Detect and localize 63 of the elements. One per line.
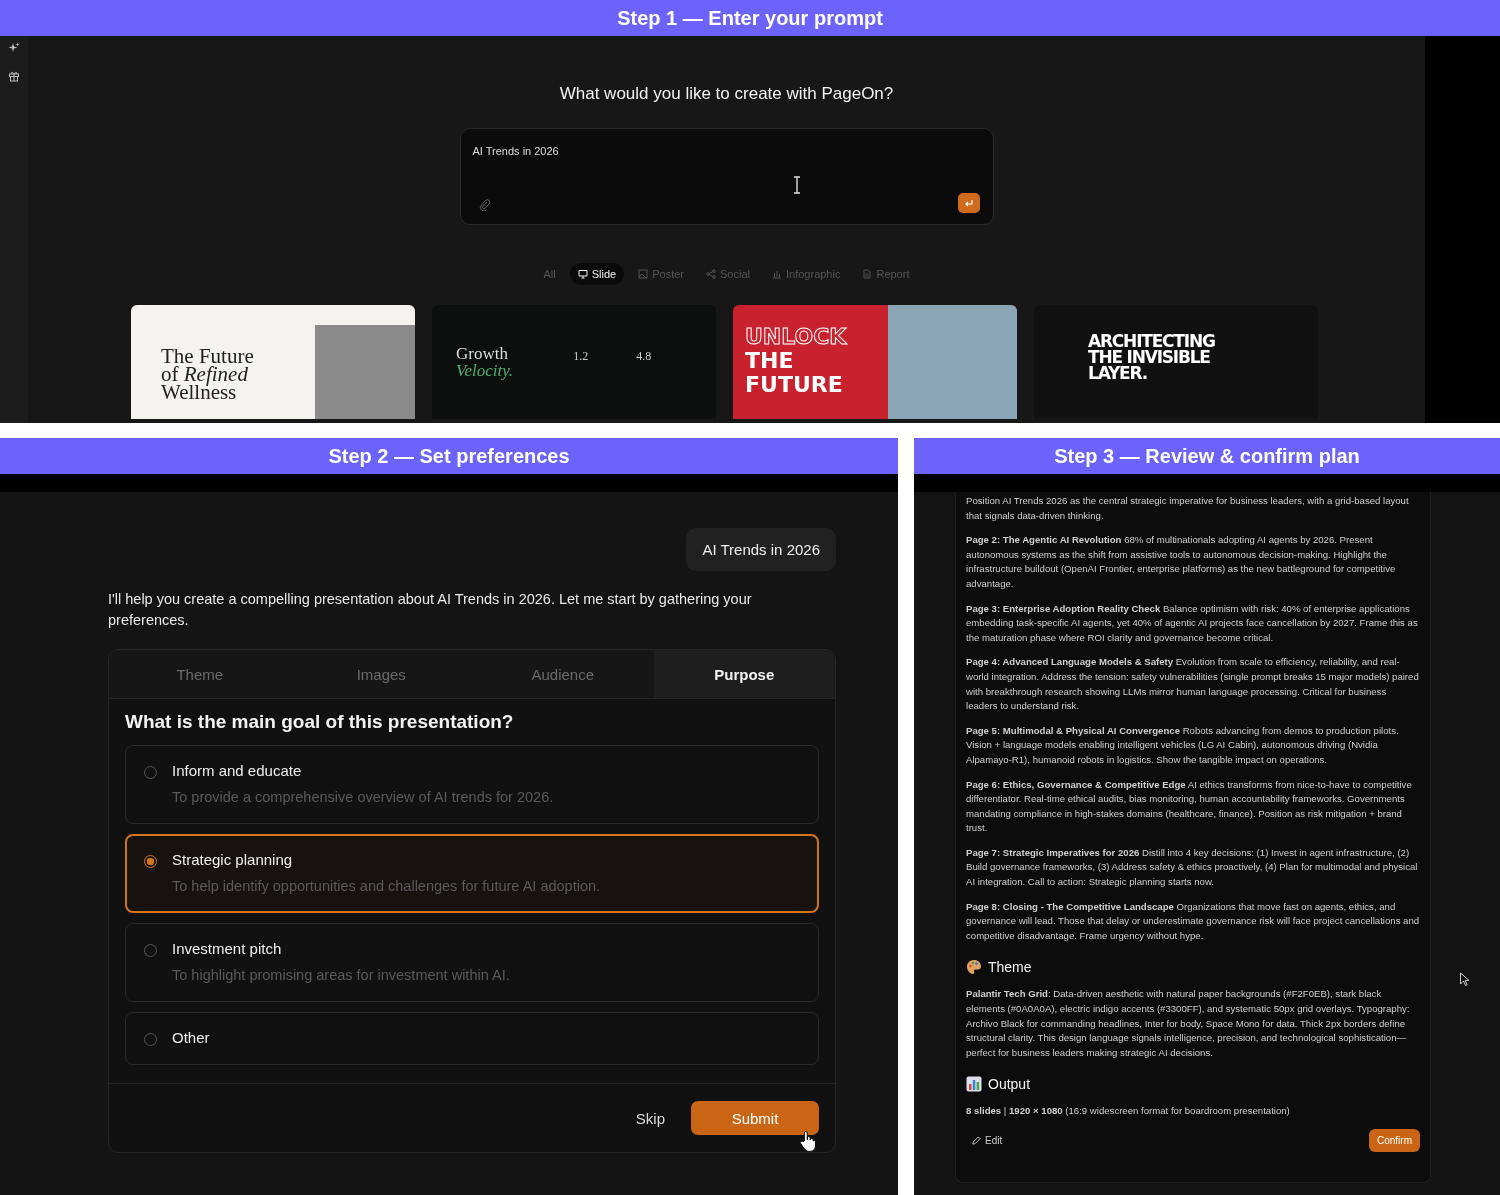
- tab[interactable]: Purpose: [653, 650, 835, 698]
- template-title: ARCHITECTING THE INVISIBLE LAYER.: [1088, 333, 1215, 385]
- skip-button[interactable]: Skip: [629, 1108, 671, 1128]
- template-card[interactable]: ARCHITECTING THE INVISIBLE LAYER.: [1034, 305, 1318, 419]
- option-card[interactable]: Other: [125, 1012, 819, 1065]
- pencil-icon: [972, 1136, 981, 1145]
- template-card[interactable]: UNLOCK THE FUTURE: [733, 305, 1017, 419]
- mouse-pointer-icon: [1459, 972, 1470, 987]
- stat-value: 1.2: [573, 349, 589, 363]
- plan-paragraph: Page 6: Ethics, Governance & Competitive Edge AI ethics transforms from nice-to-have to competitive differentiator. Real-time ethical audits, bias monitoring, human accountability frameworks. Governments mandating compliance in high-stakes domains (healthcare, finance). Position as risk mitigation + brand trust.: [966, 777, 1413, 836]
- template-title: UNLOCK THE FUTURE: [745, 325, 849, 397]
- plan-paragraph: Page 4: Advanced Language Models & Safety Evolution from scale to efficiency, reliability, and real-world integration. Address the tension: safety vulnerabilities (single prompt breaks 15 major models) paired with breakthrough research showing LLMs mirror human language processing. Critical for business leaders to understand risk.: [966, 655, 1420, 714]
- option-title: Strategic planning: [172, 851, 294, 868]
- edit-button[interactable]: Edit: [966, 1135, 1009, 1146]
- template-card[interactable]: The Future of Refined Wellness: [131, 305, 415, 419]
- plan-paragraph: Page 8: Closing - The Competitive Landscape Organizations that move fast on agents, ethics, and governance will lead. Those that delay or underestimate governance risk will face project cancellations and competitive disadvantage. Frame urgency without hype.: [966, 899, 1420, 943]
- option-description: To provide a comprehensive overview of AI trends for 2026.: [172, 789, 554, 805]
- theme-description: Palantir Tech Grid: Data-driven aesthetic with natural paper backgrounds (#F2F0EB), stark black elements (#0A0A0A), electric indigo accents (#3300FF), and systematic 50px grid overlays. Typography: Archivo Black for commanding headlines, Inter for body, Space Mono for data. Thick 2px borders define structural clarity. This design language signals intelligence, precision, and technological sophistication—perfect for business leaders making strategic AI decisions.: [966, 987, 1411, 1060]
- step-header: Step 3 — Review & confirm plan: [914, 438, 1500, 474]
- confirm-button[interactable]: Confirm: [1369, 1129, 1420, 1152]
- submit-button[interactable]: Submit: [691, 1101, 819, 1135]
- text-cursor-icon: [792, 176, 801, 194]
- stat-value: 4.8: [636, 349, 652, 363]
- plan-paragraph: Position AI Trends 2026 as the central strategic imperative for business leaders, with a grid-based layout that signals data-driven thinking.: [966, 494, 1410, 523]
- monitor-icon: [577, 269, 588, 279]
- document-icon: [862, 269, 873, 279]
- palette-icon: [966, 959, 982, 976]
- share-icon: [706, 269, 717, 279]
- image-icon: [638, 269, 649, 279]
- plan-paragraph: Page 5: Multimodal & Physical AI Convergence Robots advancing from demos to production pilots. Vision + language models enabling intelligent vehicles (LG AI Cabin), autonomous driving (Nvidia Alpamayo-R1), humanoid robots in logistics. Show the tangible impact on operations.: [966, 723, 1400, 767]
- option-description: To highlight promising areas for investment within AI.: [172, 967, 510, 983]
- question-text: What is the main goal of this presentation?: [125, 711, 515, 733]
- section-heading: Output: [988, 1076, 1031, 1093]
- step-header: Step 2 — Set preferences: [0, 438, 898, 474]
- prompt-field[interactable]: AI Trends in 2026: [459, 128, 994, 225]
- option-card[interactable]: Investment pitch To highlight promising areas for investment within AI.: [125, 923, 819, 1002]
- enter-icon: [963, 198, 974, 208]
- plan-paragraph: Page 2: The Agentic AI Revolution 68% of multinationals adopting AI agents by 2026. Present autonomous systems as the shift from assistive tools to autonomous decision-making. Highlight the infrastructure buildout (OpenAI Frontier, enterprise platforms) as the new battleground for competitive advantage.: [966, 533, 1397, 591]
- option-title: Other: [172, 1029, 210, 1046]
- hand-cursor-icon: [799, 1130, 817, 1152]
- template-title: The Future of Refined Wellness: [160, 343, 255, 406]
- user-message: AI Trends in 2026: [686, 528, 836, 571]
- bar-chart-icon: [772, 269, 782, 279]
- radio-button[interactable]: [144, 855, 157, 868]
- page-heading: What would you like to create with PageOn?: [559, 84, 894, 104]
- option-description: To help identify opportunities and challenges for future AI adoption.: [172, 878, 601, 894]
- bar-chart-icon: [966, 1076, 982, 1093]
- template-title: Growth Velocity.: [456, 345, 514, 382]
- option-card[interactable]: Inform and educate To provide a comprehensive overview of AI trends for 2026.: [125, 745, 819, 824]
- option-title: Investment pitch: [172, 940, 283, 957]
- step-header: Step 1 — Enter your prompt: [0, 0, 1500, 36]
- section-heading: Theme: [988, 959, 1032, 976]
- option-title: Inform and educate: [172, 762, 303, 779]
- gift-icon[interactable]: [8, 70, 20, 82]
- option-card[interactable]: Strategic planning To help identify opportunities and challenges for future AI adoption.: [125, 834, 819, 913]
- paperclip-icon[interactable]: [478, 199, 491, 211]
- plan-paragraph: Page 7: Strategic Imperatives for 2026 Distill into 4 key decisions: (1) Invest in agent infrastructure, (2) Build governance frameworks, (3) Address safety & ethics proactively, (4) Plan for multimodal and physical AI integration. Call to action: Strategic planning starts now.: [966, 845, 1419, 890]
- filter-tab[interactable]: Slide: [569, 263, 625, 285]
- assistant-message: I'll help you create a compelling presentation about AI Trends in 2026. Let me start by gathering your preferences.: [108, 590, 753, 630]
- plan-paragraph: Page 3: Enterprise Adoption Reality Check Balance optimism with risk: 40% of enterprise applications embedding task-specific AI agents, yet 40% of agentic AI projects face cancellation by 2027. Frame this as the maturation phase where ROI clarity and governance become critical.: [966, 601, 1419, 645]
- output-description: 8 slides | 1920 × 1080 (16:9 widescreen format for boardroom presentation): [966, 1104, 1291, 1119]
- template-card[interactable]: Growth Velocity. 1.2 4.8: [432, 305, 716, 419]
- send-button[interactable]: [957, 193, 980, 213]
